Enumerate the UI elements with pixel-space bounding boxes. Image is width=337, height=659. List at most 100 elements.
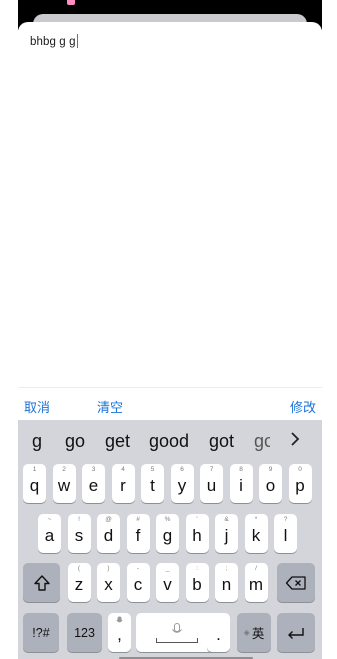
key-u[interactable]: 7u — [200, 464, 223, 503]
key-label: 英 — [251, 627, 265, 641]
shift-arrow-icon — [33, 574, 50, 591]
key-c[interactable]: -c — [126, 563, 150, 602]
key-hint: # — [136, 516, 140, 523]
key-p[interactable]: 0p — [288, 464, 312, 503]
numbers-key[interactable]: 123 — [67, 613, 102, 652]
suggestion-item[interactable]: got — [209, 431, 234, 452]
key-o[interactable]: 9o — [259, 464, 282, 503]
suggestion-item[interactable]: gc — [254, 431, 270, 452]
key-label: g — [162, 525, 173, 545]
key-hint: @ — [105, 516, 112, 523]
key-z[interactable]: (z — [67, 563, 91, 602]
key-x[interactable]: ) x — [97, 563, 120, 602]
key-label: y — [177, 475, 187, 495]
key-label: c — [133, 574, 143, 594]
action-bar: 取消 清空 修改 — [18, 387, 322, 421]
key-label: f — [135, 525, 141, 545]
key-label: z — [74, 574, 84, 594]
key-label: k — [251, 525, 261, 545]
key-hint: ; — [225, 565, 228, 572]
key-m[interactable]: / m — [244, 563, 268, 602]
key-hint: 6 — [180, 466, 184, 473]
key-e[interactable]: 3e — [82, 464, 105, 503]
key-f[interactable]: # f — [126, 514, 150, 553]
return-key[interactable] — [277, 613, 315, 652]
key-n[interactable]: ; n — [215, 563, 238, 602]
key-hint: ( — [77, 565, 81, 572]
key-hint: 2 — [62, 466, 66, 473]
backspace-key[interactable] — [277, 563, 315, 602]
keyboard: g go get good got gc 1q 2w 3e 4r 5t 6y 7… — [18, 420, 322, 659]
key-g[interactable]: % g — [156, 514, 179, 553]
key-label: , — [117, 624, 122, 644]
suggestion-item[interactable]: g — [32, 431, 42, 452]
key-b[interactable]: :b — [185, 563, 209, 602]
text-input-area[interactable]: bhbg g g — [30, 32, 310, 382]
key-hint: 0 — [298, 466, 302, 473]
key-hint: & — [224, 516, 229, 523]
key-j[interactable]: & j — [215, 514, 238, 553]
symbols-key[interactable]: !?# — [23, 613, 59, 652]
suggestion-item[interactable]: get — [105, 431, 130, 452]
text-input-value: bhbg g g — [30, 36, 76, 48]
microphone-hint-icon — [108, 616, 131, 627]
key-d[interactable]: @ d — [97, 514, 120, 553]
key-q[interactable]: 1q — [23, 464, 46, 503]
key-hint: / — [255, 565, 257, 572]
key-label: v — [163, 574, 172, 594]
key-hint: 9 — [268, 466, 273, 473]
key-h[interactable]: ' h — [185, 514, 209, 553]
key-label: !?# — [32, 625, 50, 640]
key-label: x — [104, 574, 113, 594]
key-label: m — [248, 574, 264, 594]
key-v[interactable]: _ v — [156, 563, 179, 602]
language-switch-key[interactable]: ◈ 英 — [237, 613, 271, 652]
key-hint: 3 — [91, 466, 96, 473]
key-k[interactable]: * k — [244, 514, 268, 553]
key-label: u — [206, 475, 217, 495]
key-w[interactable]: 2w — [52, 464, 76, 503]
key-hint: % — [164, 516, 171, 523]
key-label: b — [192, 574, 202, 594]
key-hint: 4 — [121, 466, 125, 473]
key-r[interactable]: 4r — [111, 464, 135, 503]
key-hint: - — [136, 565, 140, 572]
key-t[interactable]: 5t — [141, 464, 164, 503]
space-key[interactable] — [136, 613, 218, 652]
return-icon — [288, 627, 304, 639]
key-y[interactable]: 6y — [170, 464, 194, 503]
backspace-icon — [285, 575, 306, 590]
key-hint: 1 — [32, 466, 37, 473]
key-hint: _ — [165, 565, 170, 572]
space-bar-indicator — [156, 638, 198, 643]
key-hint: 7 — [209, 466, 214, 473]
key-hint: ~ — [47, 516, 52, 523]
key-hint: ' — [196, 516, 198, 523]
comma-key[interactable]: , — [108, 613, 131, 652]
edit-button[interactable]: 修改 — [290, 397, 316, 416]
suggestion-item[interactable]: good — [149, 431, 189, 452]
globe-icon: ◈ — [243, 628, 250, 637]
key-hint: ! — [78, 516, 80, 523]
key-label: i — [239, 475, 243, 495]
key-hint: 5 — [150, 466, 155, 473]
key-label: d — [103, 525, 114, 545]
key-label: o — [265, 475, 276, 495]
key-hint: 8 — [239, 466, 243, 473]
period-key[interactable]: . — [207, 613, 230, 652]
key-i[interactable]: 8i — [229, 464, 253, 503]
key-label: t — [150, 475, 155, 495]
key-hint: ) — [107, 565, 110, 572]
key-label: a — [44, 525, 55, 545]
key-label: l — [283, 525, 288, 545]
key-a[interactable]: ~ a — [38, 514, 61, 553]
key-l[interactable]: ? l — [274, 514, 297, 553]
suggestion-item[interactable]: go — [65, 431, 85, 452]
shift-key[interactable] — [23, 563, 60, 602]
cancel-button[interactable]: 取消 — [24, 397, 50, 416]
key-s[interactable]: ! s — [67, 514, 91, 553]
clear-button[interactable]: 清空 — [97, 397, 123, 416]
chevron-right-icon[interactable] — [289, 430, 301, 453]
text-caret — [76, 34, 79, 48]
microphone-icon — [172, 622, 182, 633]
